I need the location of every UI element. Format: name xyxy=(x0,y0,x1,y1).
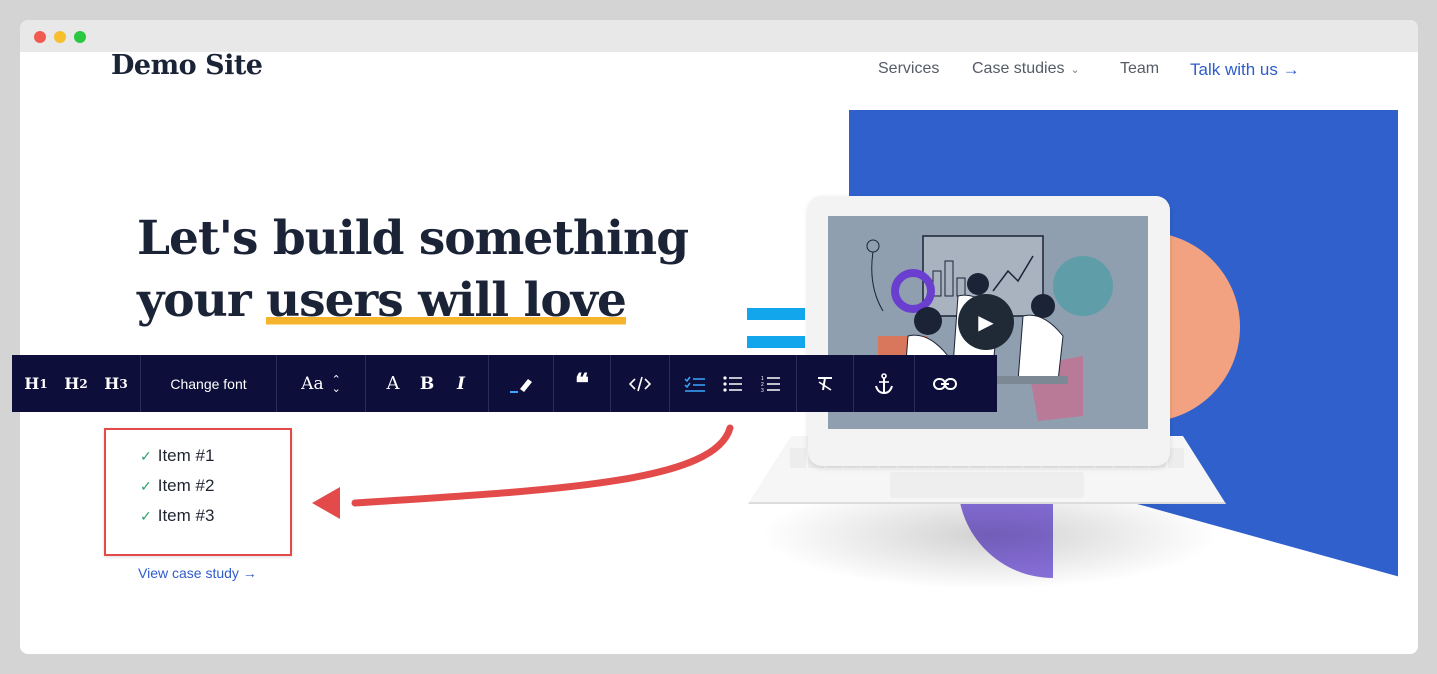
laptop-trackpad xyxy=(890,472,1084,498)
bold-button[interactable]: B xyxy=(410,355,444,412)
nav-link-talk-with-us[interactable]: Talk with us → xyxy=(1190,60,1300,80)
code-group xyxy=(611,355,670,412)
font-size-button[interactable]: Aa ⌃ ⌄ xyxy=(277,355,365,412)
change-font-button[interactable]: Change font xyxy=(141,355,276,412)
heading-group: H1 H2 H3 xyxy=(12,355,141,412)
site-logo[interactable]: Demo Site xyxy=(111,50,263,81)
clear-formatting-icon xyxy=(818,376,832,391)
window-titlebar xyxy=(20,20,1418,52)
quote-icon: ❝ xyxy=(575,368,589,398)
heading-3-sub: 3 xyxy=(119,376,128,391)
chevron-updown-icon: ⌃ ⌄ xyxy=(331,372,341,395)
check-icon: ✓ xyxy=(140,508,152,524)
highlighter-icon xyxy=(510,378,532,393)
list-item-label: Item #2 xyxy=(157,476,215,495)
check-icon: ✓ xyxy=(140,478,152,494)
hero-heading-line2-prefix: your xyxy=(137,273,266,328)
list-item-label: Item #3 xyxy=(157,506,215,525)
bullet-list-icon xyxy=(723,375,742,392)
minimize-window-button[interactable] xyxy=(54,31,66,43)
chevron-down-icon: ⌄ xyxy=(1070,64,1080,76)
heading-2-sub: 2 xyxy=(79,376,88,391)
heading-1-sub: 1 xyxy=(39,376,48,391)
annotation-highlight-box: ✓ Item #1 ✓ Item #2 ✓ Item #3 xyxy=(104,428,292,556)
formatting-toolbar: H1 H2 H3 Change font Aa ⌃ ⌄ A B I ❝ 1 2 … xyxy=(12,355,997,412)
anchor-button[interactable] xyxy=(854,355,914,412)
hero-heading: Let's build something your users will lo… xyxy=(137,208,689,332)
numbered-list-icon: 1 2 3 xyxy=(761,376,780,393)
font-size-label: Aa xyxy=(301,373,324,394)
blockquote-button[interactable]: ❝ xyxy=(554,355,610,412)
list-item: ✓ Item #2 xyxy=(140,476,214,496)
heading-3-label: H xyxy=(104,374,120,393)
svg-text:3: 3 xyxy=(761,388,764,393)
font-group: Change font xyxy=(141,355,277,412)
code-icon xyxy=(629,376,651,391)
heading-1-button[interactable]: H1 xyxy=(16,355,56,412)
quote-group: ❝ xyxy=(554,355,611,412)
text-color-button[interactable]: A xyxy=(376,355,410,412)
nav-link-case-studies[interactable]: Case studies ⌄ xyxy=(972,60,1080,78)
clear-formatting-button[interactable] xyxy=(797,355,853,412)
list-item-label: Item #1 xyxy=(157,446,215,465)
view-case-study-link[interactable]: View case study → xyxy=(138,565,257,581)
checklist-icon xyxy=(684,376,705,392)
hero-heading-highlight: users will love xyxy=(265,273,627,328)
italic-button[interactable]: I xyxy=(444,355,478,412)
checklist-button[interactable] xyxy=(676,355,714,412)
play-icon: ▶ xyxy=(978,311,994,334)
decorative-bar xyxy=(747,336,805,348)
anchor-icon xyxy=(875,372,893,394)
hero-heading-line1: Let's build something xyxy=(137,211,689,266)
numbered-list-button[interactable]: 1 2 3 xyxy=(752,355,790,412)
decorative-bar xyxy=(747,308,805,320)
list-group: 1 2 3 xyxy=(670,355,797,412)
heading-2-button[interactable]: H2 xyxy=(56,355,96,412)
heading-3-button[interactable]: H3 xyxy=(96,355,136,412)
anchor-group xyxy=(854,355,915,412)
nav-link-services[interactable]: Services xyxy=(878,60,939,78)
nav-case-studies-label: Case studies xyxy=(972,60,1065,77)
bullet-list-button[interactable] xyxy=(714,355,752,412)
insert-link-button[interactable] xyxy=(915,355,975,412)
text-style-group: A B I xyxy=(366,355,489,412)
maximize-window-button[interactable] xyxy=(74,31,86,43)
clear-format-group xyxy=(797,355,854,412)
link-group xyxy=(915,355,975,412)
highlight-button[interactable] xyxy=(489,355,553,412)
heading-2-label: H xyxy=(64,374,80,393)
font-size-group: Aa ⌃ ⌄ xyxy=(277,355,366,412)
nav-link-team[interactable]: Team xyxy=(1120,60,1159,78)
code-button[interactable] xyxy=(611,355,669,412)
list-item: ✓ Item #3 xyxy=(140,506,214,526)
highlight-group xyxy=(489,355,554,412)
link-icon xyxy=(933,377,957,390)
heading-1-label: H xyxy=(24,374,40,393)
play-video-button[interactable]: ▶ xyxy=(958,294,1014,350)
hero-heading-line2: your users will love xyxy=(137,270,688,332)
close-window-button[interactable] xyxy=(34,31,46,43)
check-icon: ✓ xyxy=(140,448,152,464)
list-item: ✓ Item #1 xyxy=(140,446,214,466)
